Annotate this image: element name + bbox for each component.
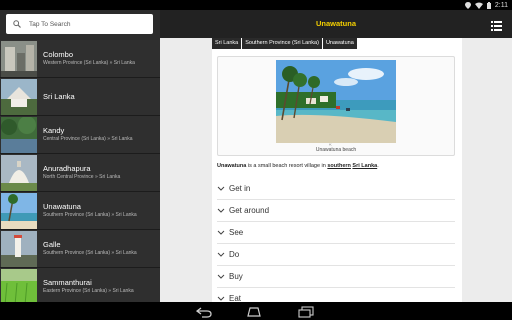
- intro-end: .: [377, 163, 379, 169]
- chevron-down-icon: [217, 184, 227, 193]
- chevron-down-icon: [217, 294, 227, 302]
- back-icon[interactable]: [195, 305, 212, 320]
- breadcrumb: Sri Lanka Southern Province (Sri Lanka) …: [212, 38, 358, 49]
- section-label: Get around: [229, 206, 270, 215]
- battery-icon: [486, 1, 491, 9]
- status-bar: 2:11: [0, 0, 512, 10]
- section-buy[interactable]: Buy: [217, 266, 455, 288]
- list-item-title: Colombo: [43, 50, 74, 59]
- kandy-thumbnail: [1, 116, 37, 153]
- list-item-title: Sammanthurai: [43, 278, 92, 287]
- section-get-around[interactable]: Get around: [217, 200, 455, 222]
- anuradhapura-thumbnail: [1, 154, 37, 191]
- system-nav-bar: [0, 302, 512, 320]
- location-list: Colombo Western Province (Sri Lanka) » S…: [0, 40, 160, 302]
- list-item-title: Kandy: [43, 126, 65, 135]
- section-label: Get in: [229, 184, 251, 193]
- section-label: Eat: [229, 294, 242, 302]
- search-placeholder: Tap To Search: [29, 20, 71, 28]
- link-sri-lanka[interactable]: Sri Lanka: [352, 163, 377, 169]
- list-item-sammanthurai[interactable]: Sammanthurai Eastern Province (Sri Lanka…: [0, 268, 160, 302]
- content-area: Sri Lanka Southern Province (Sri Lanka) …: [160, 38, 512, 302]
- breadcrumb-item[interactable]: Southern Province (Sri Lanka): [242, 38, 322, 49]
- page-title: Unawatuna: [315, 19, 356, 28]
- list-item-subtitle: Southern Province (Sri Lanka) » Sri Lank…: [43, 212, 137, 218]
- chevron-down-icon: [217, 250, 227, 259]
- list-item-subtitle: Central Province (Sri Lanka) » Sri Lanka: [43, 136, 133, 142]
- list-item-anuradhapura[interactable]: Anuradhapura North Central Province » Sr…: [0, 154, 160, 192]
- list-item-subtitle: Eastern Province (Sri Lanka) » Sri Lanka: [43, 288, 134, 294]
- beach-photo[interactable]: [276, 60, 396, 143]
- wifi-icon: [474, 2, 483, 9]
- sidebar-drawer: Tap To Search Colombo Western Province (…: [0, 10, 160, 302]
- list-item-subtitle: North Central Province » Sri Lanka: [43, 174, 121, 180]
- recent-apps-icon[interactable]: [298, 305, 314, 320]
- list-item-unawatuna[interactable]: Unawatuna Southern Province (Sri Lanka) …: [0, 192, 160, 230]
- list-item-title: Galle: [43, 240, 61, 249]
- app-header: Unawatuna: [160, 10, 512, 38]
- sri-lanka-thumbnail: [1, 78, 37, 115]
- breadcrumb-item[interactable]: Unawatuna: [322, 38, 357, 49]
- location-icon: [464, 1, 471, 9]
- chevron-down-icon: [217, 272, 227, 281]
- intro-paragraph: Unawatuna is a small beach resort villag…: [217, 163, 379, 169]
- section-eat[interactable]: Eat: [217, 288, 455, 302]
- section-label: Do: [229, 250, 240, 259]
- section-label: Buy: [229, 272, 243, 281]
- intro-text: is a small beach resort village in: [246, 163, 328, 169]
- chevron-down-icon: [217, 206, 227, 215]
- image-card: ⇱ Unawatuna beach: [217, 56, 455, 156]
- list-menu-icon[interactable]: [491, 18, 502, 36]
- home-icon[interactable]: [246, 305, 262, 320]
- section-see[interactable]: See: [217, 222, 455, 244]
- sammanthurai-thumbnail: [1, 268, 37, 302]
- list-item-title: Sri Lanka: [43, 92, 75, 101]
- section-label: See: [229, 228, 244, 237]
- colombo-thumbnail: [1, 40, 37, 77]
- list-item-subtitle: Western Province (Sri Lanka) » Sri Lanka: [43, 60, 135, 66]
- section-list: Get in Get around See Do Buy Eat: [217, 178, 455, 302]
- breadcrumb-item[interactable]: Sri Lanka: [212, 38, 242, 49]
- list-item-subtitle: Southern Province (Sri Lanka) » Sri Lank…: [43, 250, 137, 256]
- list-item-kandy[interactable]: Kandy Central Province (Sri Lanka) » Sri…: [0, 116, 160, 154]
- list-item-colombo[interactable]: Colombo Western Province (Sri Lanka) » S…: [0, 40, 160, 78]
- list-item-title: Unawatuna: [43, 202, 81, 211]
- list-item-galle[interactable]: Galle Southern Province (Sri Lanka) » Sr…: [0, 230, 160, 268]
- search-input[interactable]: Tap To Search: [6, 14, 153, 34]
- list-item-sri-lanka[interactable]: Sri Lanka: [0, 78, 160, 116]
- list-item-title: Anuradhapura: [43, 164, 91, 173]
- image-caption: Unawatuna beach: [315, 147, 357, 153]
- search-icon: [13, 15, 21, 33]
- section-get-in[interactable]: Get in: [217, 178, 455, 200]
- link-southern[interactable]: southern: [327, 163, 351, 169]
- chevron-down-icon: [217, 228, 227, 237]
- galle-thumbnail: [1, 230, 37, 267]
- section-do[interactable]: Do: [217, 244, 455, 266]
- unawatuna-thumbnail: [1, 192, 37, 229]
- clock: 2:11: [494, 1, 508, 9]
- article-page: Sri Lanka Southern Province (Sri Lanka) …: [212, 38, 462, 302]
- intro-bold: Unawatuna: [217, 163, 247, 169]
